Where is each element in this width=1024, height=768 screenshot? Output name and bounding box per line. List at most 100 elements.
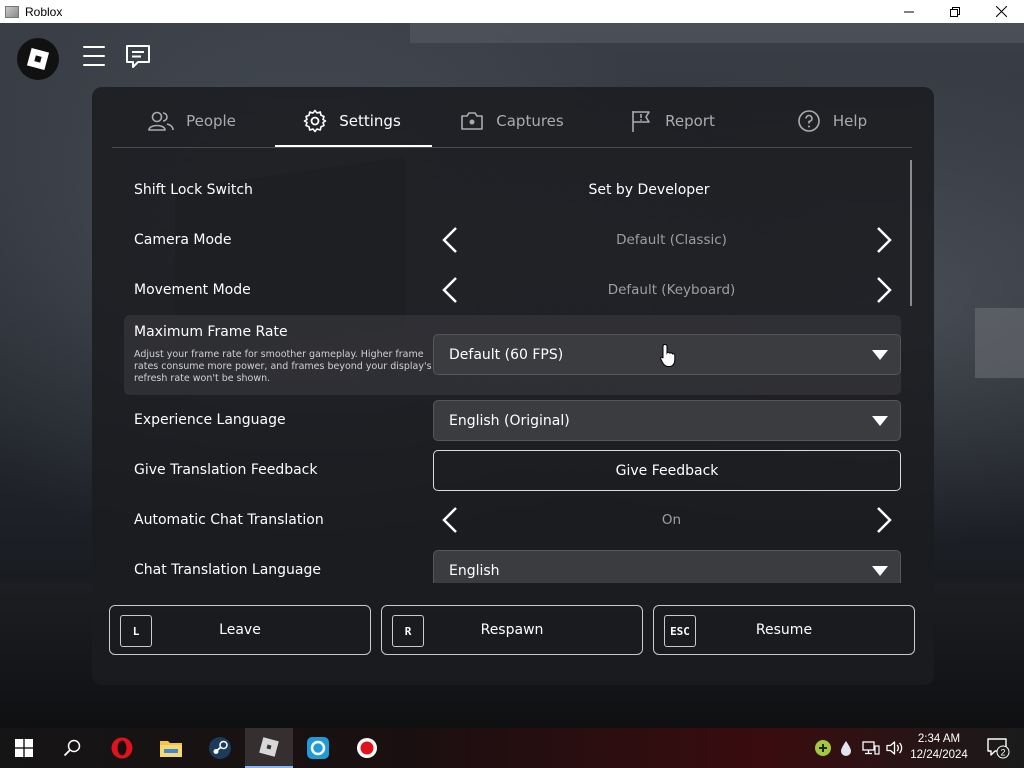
setting-value: Default (Keyboard) — [607, 282, 736, 298]
maximize-button[interactable] — [932, 0, 978, 23]
setting-experience-language: Experience Language English (Original) — [124, 395, 901, 445]
tray-volume[interactable] — [884, 728, 906, 768]
keybind-badge: ESC — [664, 615, 696, 647]
roblox-icon — [259, 737, 279, 757]
volume-icon — [886, 741, 903, 755]
setting-value: Set by Developer — [588, 182, 710, 198]
minimize-button[interactable] — [886, 0, 932, 23]
setting-label: Give Translation Feedback — [134, 462, 318, 478]
wall-object — [975, 308, 1024, 378]
setting-chat-translation-language: Chat Translation Language English — [124, 545, 901, 583]
menu-tabs: People Settings Captures Report Help — [112, 95, 912, 147]
tab-settings[interactable]: Settings — [272, 95, 432, 147]
taskbar-search-button[interactable] — [48, 728, 96, 768]
flag-icon — [632, 111, 650, 132]
tray-drop[interactable] — [838, 728, 854, 768]
chevron-right-icon[interactable] — [868, 505, 898, 535]
tab-people[interactable]: People — [112, 95, 272, 147]
tab-report[interactable]: Report — [592, 95, 752, 147]
roblox-menu-button[interactable] — [17, 38, 59, 80]
setting-shift-lock: Shift Lock Switch Set by Developer — [124, 165, 901, 215]
tray-app[interactable] — [812, 728, 834, 768]
setting-label: Movement Mode — [134, 282, 251, 298]
tabs-divider — [112, 147, 912, 148]
setting-description: Adjust your frame rate for smoother game… — [134, 349, 432, 384]
chat-button[interactable] — [125, 44, 151, 74]
setting-label: Automatic Chat Translation — [134, 512, 324, 528]
tab-label: Report — [665, 112, 715, 130]
record-icon — [357, 738, 377, 758]
caret-down-icon — [872, 416, 888, 426]
restore-icon — [950, 6, 960, 17]
tab-label: Settings — [339, 112, 401, 130]
taskbar-opera[interactable] — [98, 728, 146, 768]
notification-count: 2 — [1000, 748, 1005, 758]
sync-app-icon — [307, 737, 329, 759]
settings-scrollbar[interactable] — [910, 160, 912, 306]
dropdown-value: Default (60 FPS) — [449, 346, 564, 363]
give-feedback-button[interactable]: Give Feedback — [433, 450, 901, 491]
windows-logo-icon — [15, 739, 33, 757]
tab-label: Captures — [496, 112, 564, 130]
button-label: Leave — [219, 622, 261, 638]
chevron-right-icon[interactable] — [868, 225, 898, 255]
resume-button[interactable]: ESC Resume — [653, 605, 915, 655]
clock-date: 12/24/2024 — [910, 749, 968, 761]
setting-label: Shift Lock Switch — [134, 182, 253, 198]
tray-network[interactable] — [860, 728, 882, 768]
keybind-badge: R — [392, 615, 424, 647]
button-label: Resume — [755, 622, 813, 638]
notification-center-button[interactable]: 2 — [978, 728, 1018, 768]
taskbar-recorder[interactable] — [343, 728, 391, 768]
setting-value: On — [661, 512, 682, 528]
network-icon — [862, 741, 880, 755]
opera-icon — [111, 737, 133, 759]
setting-label: Experience Language — [134, 412, 286, 428]
taskbar-clock[interactable]: 2:34 AM 12/24/2024 — [904, 731, 974, 763]
taskbar-file-explorer[interactable] — [147, 728, 195, 768]
setting-frame-rate: Maximum Frame Rate Adjust your frame rat… — [124, 315, 901, 395]
chat-icon — [126, 45, 150, 68]
steam-icon — [209, 737, 231, 759]
window-titlebar: Roblox — [0, 0, 1024, 23]
tab-captures[interactable]: Captures — [432, 95, 592, 147]
windows-taskbar: 2:34 AM 12/24/2024 2 — [0, 728, 1024, 768]
keybind-badge: L — [120, 615, 152, 647]
folder-icon — [160, 741, 182, 757]
tab-help[interactable]: Help — [752, 95, 912, 147]
people-icon — [148, 111, 174, 131]
chat-translation-language-dropdown[interactable]: English — [433, 550, 901, 583]
button-label: Respawn — [480, 622, 544, 638]
chevron-right-icon[interactable] — [868, 275, 898, 305]
setting-translation-feedback: Give Translation Feedback Give Feedback — [124, 445, 901, 495]
taskbar-app[interactable] — [294, 728, 342, 768]
experience-language-dropdown[interactable]: English (Original) — [433, 400, 901, 441]
setting-camera-mode: Camera Mode Default (Classic) — [124, 215, 901, 265]
notification-icon: 2 — [987, 738, 1010, 759]
taskbar-roblox[interactable] — [245, 728, 293, 768]
setting-auto-chat-translation: Automatic Chat Translation On — [124, 495, 901, 545]
caret-down-icon — [872, 566, 888, 576]
clock-time: 2:34 AM — [917, 733, 961, 745]
roblox-app-icon — [5, 5, 19, 18]
droplet-icon — [841, 741, 851, 756]
roblox-logo-icon — [26, 47, 50, 71]
close-icon — [995, 6, 1007, 17]
dropdown-value: English (Original) — [449, 412, 570, 429]
setting-label: Maximum Frame Rate — [134, 324, 288, 340]
respawn-button[interactable]: R Respawn — [381, 605, 643, 655]
tray-app-icon — [815, 740, 831, 756]
dropdown-value: English — [449, 562, 500, 579]
setting-label: Camera Mode — [134, 232, 232, 248]
window-title: Roblox — [25, 4, 63, 19]
menu-hamburger-button[interactable] — [83, 46, 105, 66]
leave-button[interactable]: L Leave — [109, 605, 371, 655]
caret-down-icon — [872, 350, 888, 360]
taskbar-steam[interactable] — [196, 728, 244, 768]
start-button[interactable] — [0, 728, 48, 768]
search-icon — [63, 739, 81, 757]
gear-icon — [303, 109, 327, 133]
help-icon — [798, 110, 820, 132]
close-button[interactable] — [978, 0, 1024, 23]
settings-list: Shift Lock Switch Set by Developer Camer… — [124, 165, 901, 583]
